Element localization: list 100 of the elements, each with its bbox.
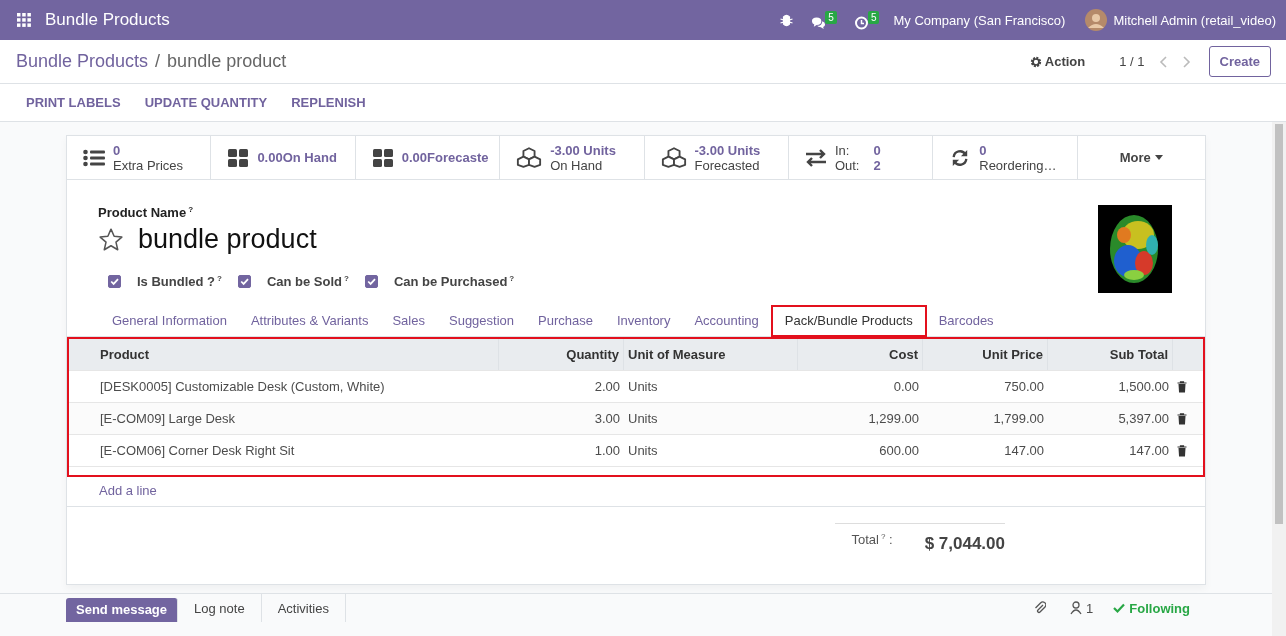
paperclip-icon[interactable] [1034, 601, 1047, 615]
avatar-icon[interactable] [1085, 9, 1108, 31]
checkbox[interactable] [108, 275, 121, 289]
stat-value: 0.00Forecaste [401, 150, 489, 165]
trash-icon[interactable] [1177, 412, 1187, 425]
table-cell-text: Units [627, 443, 659, 458]
stat-value: 2 [873, 157, 881, 173]
following-link[interactable]: Following [1129, 601, 1190, 616]
create-button[interactable]: Create [1208, 46, 1271, 77]
stat-value: -3.00 Units [694, 142, 761, 158]
stat-label: Reordering… [979, 157, 1057, 173]
stat-label: On Hand [550, 157, 604, 173]
checkbox[interactable] [364, 275, 378, 289]
table-cell-text: 1,299.00 [867, 411, 920, 426]
caret-icon [1154, 155, 1163, 160]
table-cell-text: [E-COM09] Large Desk [99, 411, 237, 426]
tab[interactable]: Pack/Bundle Products [770, 305, 927, 337]
table-cell-text: 1.00 [593, 443, 621, 458]
total-amount: $ 7,044.00 [924, 523, 1005, 554]
stat-button[interactable]: -3.00 Units On Hand [500, 136, 645, 179]
settings-icon[interactable] [1029, 55, 1042, 68]
table-cell-text: 1,799.00 [992, 411, 1045, 426]
header-button[interactable]: UPDATE QUANTITY [132, 91, 280, 114]
stat-button[interactable]: More [1077, 136, 1205, 179]
table-cell-text: [DESK0005] Customizable Desk (Custom, White) [99, 379, 386, 394]
header-button[interactable]: PRINT LABELS [14, 91, 133, 114]
table-cell-text: 2.00 [593, 379, 621, 394]
stat-value: 0.00On Hand [257, 150, 337, 165]
tab[interactable]: Sales [380, 306, 437, 336]
trash-icon[interactable] [1177, 444, 1187, 457]
checkbox-label: Is Bundled ?$^{?}$ [137, 274, 222, 290]
company-switcher[interactable]: My Company (San Francisco) [893, 12, 1066, 28]
column-header[interactable]: Product [69, 339, 499, 370]
table-cell-text: Units [627, 411, 659, 426]
breadcrumb-separator: / [155, 51, 161, 72]
notification-badge: 5 [867, 10, 880, 24]
bug-icon[interactable] [779, 13, 795, 27]
table-cell-text: 750.00 [1003, 379, 1045, 394]
column-header[interactable]: Quantity [499, 339, 624, 370]
stat-button[interactable]: 0.00On Hand [211, 136, 356, 179]
column-header[interactable]: Unit of Measure [624, 339, 798, 370]
chatter-button[interactable]: Log note [178, 594, 262, 622]
breadcrumb-link[interactable]: Bundle Products [16, 51, 149, 72]
stat-value: 0 [979, 142, 988, 158]
table-cell-text: 147.00 [1003, 443, 1045, 458]
checkbox[interactable] [237, 275, 251, 289]
scrollbar[interactable] [1272, 122, 1286, 636]
checkbox-label: Can be Sold$^{?}$ [266, 274, 349, 290]
action-button[interactable]: Action [1041, 54, 1090, 69]
tab[interactable]: Barcodes [926, 306, 1006, 336]
star-icon[interactable] [98, 226, 124, 253]
stat-label: Out: [834, 157, 860, 173]
stat-value: 0 [113, 142, 122, 158]
tab[interactable]: Attributes & Variants [238, 306, 381, 336]
tab[interactable]: Accounting [682, 306, 771, 336]
person-icon[interactable] [1070, 601, 1083, 615]
column-header[interactable]: Unit Price [923, 339, 1048, 370]
column-header[interactable]: Cost [798, 339, 923, 370]
list-icon [83, 148, 105, 167]
grid-icon [227, 148, 250, 167]
stat-label: Extra Prices [113, 157, 184, 173]
table-cell-text: Units [627, 379, 659, 394]
column-header[interactable]: Sub Total [1048, 339, 1173, 370]
cubes-icon [660, 147, 687, 168]
table-cell-text: 5,397.00 [1117, 411, 1170, 426]
transfer-arrows-icon [804, 148, 827, 167]
stat-value: 0 [873, 142, 881, 158]
follower-count[interactable]: 1 [1086, 601, 1094, 616]
stat-button[interactable]: 0 Extra Prices [67, 136, 212, 179]
product-name[interactable]: bundle product [138, 224, 317, 256]
table-cell-text: 600.00 [878, 443, 920, 458]
clock-icon[interactable] [853, 15, 869, 30]
tab[interactable]: Suggestion [437, 306, 527, 336]
chatter-button[interactable]: Activities [261, 594, 346, 622]
total-label: Total$^{?}$ : [835, 523, 925, 548]
send-message-button[interactable]: Send message [66, 598, 179, 622]
trash-icon[interactable] [1177, 380, 1187, 393]
tab[interactable]: Purchase [526, 306, 605, 336]
stat-button[interactable]: -3.00 Units Forecasted [644, 136, 789, 179]
notification-badge: 5 [825, 10, 837, 24]
stat-button[interactable]: 0.00Forecaste [355, 136, 501, 179]
stat-button[interactable]: 0 Reordering… [933, 136, 1078, 179]
table-cell-text: 147.00 [1128, 443, 1170, 458]
app-title[interactable]: Bundle Products [45, 10, 170, 30]
apps-menu-icon[interactable] [17, 13, 31, 27]
tab[interactable]: General Information [100, 306, 239, 336]
stat-label: More [1119, 150, 1151, 165]
breadcrumb-current: bundle product [167, 51, 287, 72]
user-menu[interactable]: Mitchell Admin (retail_video) [1113, 12, 1276, 28]
cubes-icon [516, 147, 543, 168]
header-button[interactable]: REPLENISH [279, 91, 378, 114]
checkbox-label: Can be Purchased$^{?}$ [393, 274, 515, 290]
tab[interactable]: Inventory [604, 306, 683, 336]
grid-icon [371, 148, 394, 167]
table-cell-text: 1,500.00 [1117, 379, 1170, 394]
table-cell-text: [E-COM06] Corner Desk Right Sit [99, 443, 296, 458]
stat-button[interactable]: In: 0 Out: 2 [788, 136, 934, 179]
add-line-link[interactable]: Add a line [99, 483, 157, 498]
chat-icon[interactable] [811, 15, 827, 30]
table-cell-text: 0.00 [892, 379, 920, 394]
